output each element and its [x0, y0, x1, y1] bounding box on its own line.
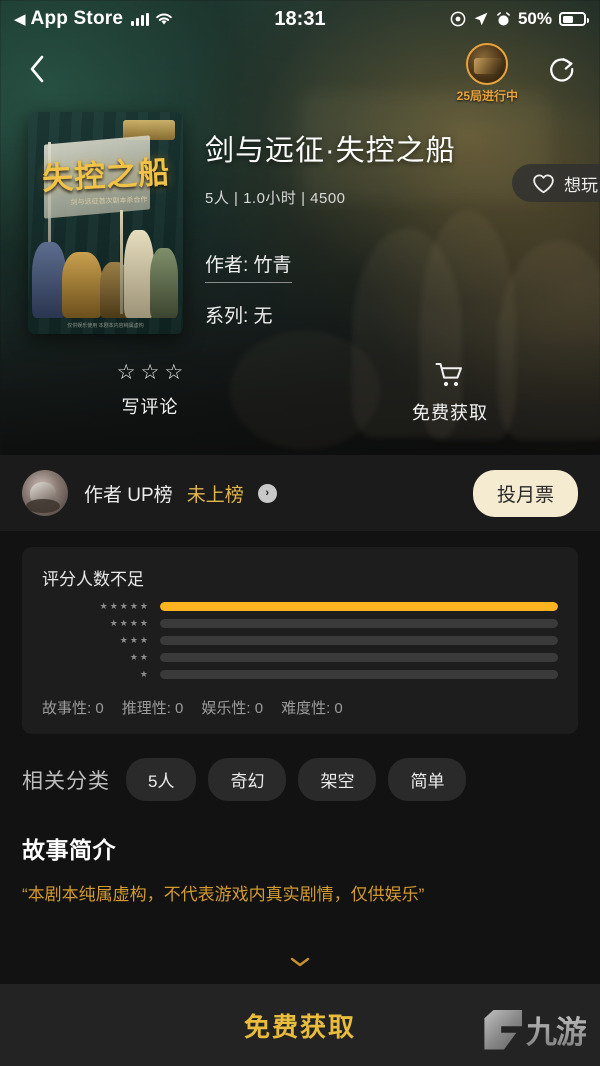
synopsis-title: 故事简介 — [22, 837, 116, 863]
cover-image[interactable]: 失控之船 剑与远征首次剧本杀合作 仅供娱乐使用 本剧本内容纯属虚构 — [28, 112, 183, 334]
synopsis-text: “本剧本纯属虚构，不代表游戏内真实剧情，仅供娱乐” — [22, 885, 425, 904]
series-label: 系列: 无 — [205, 305, 273, 327]
rating-bar-row: ★★ — [42, 649, 558, 666]
app-root: ◀ App Store 18:31 50% 25局进行中 失控之船 剑与远征首次… — [0, 0, 600, 1066]
heart-outline-icon — [533, 173, 554, 193]
cover-title: 失控之船 — [41, 154, 171, 197]
wishlist-button[interactable]: 想玩 — [512, 164, 600, 202]
write-review-button[interactable]: ☆ ☆ ☆ 写评论 — [0, 362, 300, 425]
live-avatar — [466, 42, 509, 85]
category-chip[interactable]: 5人 — [126, 758, 197, 801]
nav-right-actions: 25局进行中 — [457, 39, 580, 103]
cover-character — [62, 252, 102, 318]
cover-staff-prop — [120, 210, 123, 314]
chevron-right-icon[interactable]: › — [257, 483, 277, 503]
rating-bars: ★★★★★ ★★★★ ★★★ ★★ ★ — [42, 598, 558, 683]
nav-bar: 25局进行中 — [0, 38, 600, 103]
wishlist-label: 想玩 — [564, 175, 598, 195]
rating-bar-track — [160, 653, 558, 662]
rating-bar-row: ★★★★ — [42, 615, 558, 632]
shopping-cart-icon — [435, 363, 462, 387]
hero-info: 剑与远征·失控之船 5人 | 1.0小时 | 4500 想玩 作者: 竹青 系列… — [183, 112, 600, 334]
related-categories: 相关分类 5人 奇幻 架空 简单 — [22, 758, 578, 801]
expand-synopsis-button[interactable] — [0, 944, 600, 982]
rating-bar-stars: ★★ — [129, 652, 150, 662]
rating-bar-stars: ★ — [139, 669, 150, 679]
avatar[interactable] — [22, 470, 68, 516]
rating-bar-row: ★ — [42, 666, 558, 683]
subscore-entertainment: 娱乐性: 0 — [201, 700, 264, 717]
category-chip[interactable]: 架空 — [298, 758, 377, 801]
app-store-back-icon[interactable]: ◀ — [14, 12, 26, 27]
jiuyou-watermark: 九游 — [482, 1007, 587, 1052]
share-button[interactable] — [544, 51, 580, 87]
free-get-label: 免费获取 — [412, 403, 488, 423]
status-bar: ◀ App Store 18:31 50% — [0, 0, 600, 38]
author-link[interactable]: 作者: 竹青 — [205, 250, 292, 283]
rating-bar-stars: ★★★★★ — [99, 601, 150, 611]
subscore-difficulty: 难度性: 0 — [281, 700, 343, 717]
carrier-label: App Store — [30, 8, 124, 29]
status-bar-left[interactable]: ◀ App Store — [14, 8, 174, 30]
cover-character — [150, 248, 178, 318]
jiuyou-logo-icon — [484, 1009, 522, 1050]
record-icon — [450, 11, 466, 27]
live-games-button[interactable]: 25局进行中 — [457, 42, 518, 104]
cover-footer-text: 仅供娱乐使用 本剧本内容纯属虚构 — [67, 322, 144, 329]
hero-main: 失控之船 剑与远征首次剧本杀合作 仅供娱乐使用 本剧本内容纯属虚构 剑与远征·失… — [0, 100, 600, 334]
category-chip[interactable]: 奇幻 — [208, 758, 287, 801]
chevron-down-glyph — [290, 957, 310, 966]
rating-bar-stars: ★★★★ — [109, 618, 150, 628]
cover-character — [32, 242, 66, 318]
related-categories-label: 相关分类 — [22, 769, 110, 793]
content-body: 评分人数不足 ★★★★★ ★★★★ ★★★ ★★ ★ 故事性: 0 推理性: 0… — [0, 531, 600, 909]
hero-section: ◀ App Store 18:31 50% 25局进行中 失控之船 剑与远征首次… — [0, 0, 600, 455]
chevron-left-icon — [30, 55, 44, 83]
hero-actions: ☆ ☆ ☆ 写评论 免费获取 — [0, 362, 600, 425]
rating-bar-row: ★★★★★ — [42, 598, 558, 615]
rating-bar-track — [160, 619, 558, 628]
signal-bars-icon — [131, 12, 150, 26]
up-board-label: 作者 UP榜 — [84, 484, 173, 506]
back-button[interactable] — [20, 52, 54, 86]
free-get-button[interactable]: 免费获取 — [300, 362, 600, 425]
rating-bar-track — [160, 602, 558, 611]
up-board-status: 未上榜 — [186, 484, 244, 506]
rating-card: 评分人数不足 ★★★★★ ★★★★ ★★★ ★★ ★ 故事性: 0 推理性: 0… — [22, 547, 578, 734]
chevron-down-icon — [289, 956, 311, 971]
write-review-label: 写评论 — [121, 397, 179, 417]
rating-bar-track — [160, 670, 558, 679]
rating-subscores: 故事性: 0 推理性: 0 娱乐性: 0 难度性: 0 — [42, 697, 558, 718]
subscore-reasoning: 推理性: 0 — [121, 700, 184, 717]
vote-monthly-ticket-button[interactable]: 投月票 — [472, 469, 578, 517]
rating-bar-stars: ★★★ — [119, 635, 150, 645]
battery-percent-label: 50% — [517, 9, 552, 28]
jiuyou-watermark-text: 九游 — [526, 1007, 587, 1052]
bottom-free-get-button[interactable]: 免费获取 — [244, 1007, 356, 1044]
rating-bar-track — [160, 636, 558, 645]
rating-bar-row: ★★★ — [42, 632, 558, 649]
category-chip[interactable]: 简单 — [388, 758, 467, 801]
wifi-icon — [156, 13, 172, 25]
alarm-icon — [497, 11, 510, 25]
share-icon — [550, 58, 574, 82]
status-bar-right: 50% — [450, 9, 589, 29]
subscore-story: 故事性: 0 — [42, 700, 104, 717]
rating-bar-fill — [160, 602, 558, 611]
battery-icon — [559, 12, 589, 26]
three-stars-icon: ☆ ☆ ☆ — [116, 361, 184, 384]
up-board-text: 作者 UP榜 未上榜 › — [84, 480, 277, 507]
cover-characters — [28, 210, 183, 318]
author-up-board-row[interactable]: 作者 UP榜 未上榜 › 投月票 — [0, 455, 600, 531]
rating-title: 评分人数不足 — [42, 570, 144, 589]
location-icon — [474, 12, 488, 26]
